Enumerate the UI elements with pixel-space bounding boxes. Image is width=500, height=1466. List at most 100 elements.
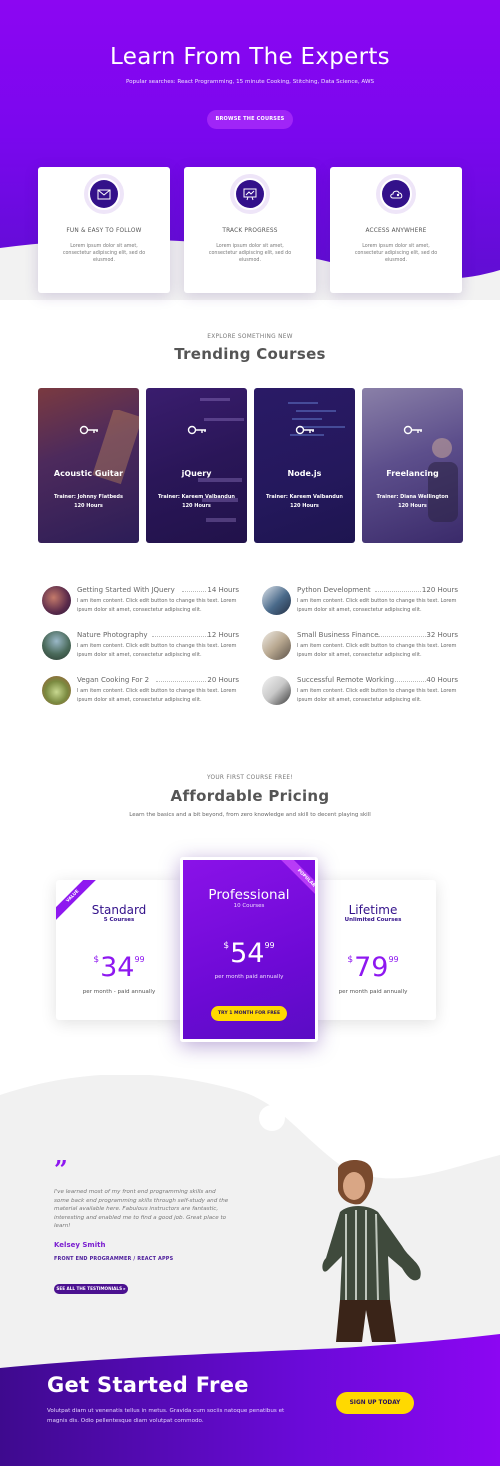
feature-text: Lorem ipsum dolor sit amet, consectetur … [62,244,146,263]
course-name: Node.js [287,469,322,478]
course-trainer: Trainer: Kareem Valbandun [158,494,235,500]
testimonial-person-photo [322,1160,421,1342]
list-item-hours: 32 Hours [426,631,458,639]
plan-price: $7999 [310,952,436,983]
see-testimonials-button[interactable]: SEE ALL THE TESTIMONIALS ▸ [54,1284,128,1294]
key-icon [295,425,314,435]
list-item-desc: I am item content. Click edit button to … [77,598,237,613]
feature-title: FUN & EASY TO FOLLOW [66,228,142,234]
person-photo [428,438,458,522]
pricing-card-standard: VALUE Standard 5 Courses $3499 per month… [56,880,182,1020]
list-item[interactable]: Getting Started With JQuery 14 Hours I a… [42,586,239,620]
list-item[interactable]: Nature Photography 12 Hours I am item co… [42,631,239,665]
feature-card-access: ACCESS ANYWHERE Lorem ipsum dolor sit am… [330,167,462,293]
plan-price: $5499 [183,938,315,969]
cta-text: Volutpat diam ut venenatis tellus in met… [47,1408,285,1424]
plan-name: Lifetime [348,903,398,917]
pricing-card-professional: POPULAR Professional 10 Courses $5499 pe… [180,857,318,1042]
plan-count: 5 Courses [103,917,135,923]
cta-section [0,1330,500,1466]
course-trainer: Trainer: Diana Wellington [376,494,449,500]
feature-icon-ring [230,174,270,214]
try-free-button[interactable]: TRY 1 MONTH FOR FREE [211,1006,287,1021]
sign-up-button[interactable]: SIGN UP TODAY [336,1392,414,1414]
list-item-desc: I am item content. Click edit button to … [77,643,237,658]
trending-eyebrow: EXPLORE SOMETHING NEW [207,334,293,340]
leader-dots [378,636,426,637]
leader-dots [182,591,206,592]
feature-text: Lorem ipsum dolor sit amet, consectetur … [208,244,292,263]
course-name: jQuery [181,469,212,478]
hero-title: Learn From The Experts [110,44,390,70]
list-item[interactable]: Vegan Cooking For 2 20 Hours I am item c… [42,676,239,710]
plan-note: per month paid annually [214,974,284,980]
price-amount: 79 [354,952,389,983]
pricing-card-lifetime: Lifetime Unlimited Courses $7999 per mon… [310,880,436,1020]
list-item[interactable]: Successful Remote Working 40 Hours I am … [262,676,458,710]
guitar-image [92,410,139,485]
list-item-title: Getting Started With JQuery [77,586,175,594]
list-item-hours: 120 Hours [421,586,458,594]
price-currency: $ [223,941,230,951]
key-icon [187,425,206,435]
list-item-desc: I am item content. Click edit button to … [297,688,457,703]
course-hours: 120 Hours [290,503,319,509]
price-currency: $ [347,955,354,965]
key-icon [79,425,98,435]
course-card-nodejs[interactable]: Node.js Trainer: Kareem Valbandun 120 Ho… [254,388,355,543]
browse-courses-button[interactable]: BROWSE THE COURSES [207,110,293,129]
course-name: Acoustic Guitar [53,469,124,478]
feature-icon-ring [376,174,416,214]
plan-count: Unlimited Courses [344,917,402,923]
list-item-hours: 20 Hours [207,676,239,684]
plan-note: per month paid annually [338,989,408,995]
feature-card-progress: TRACK PROGRESS Lorem ipsum dolor sit ame… [184,167,316,293]
course-card-guitar[interactable]: Acoustic Guitar Trainer: Johnny Flatbeds… [38,388,139,543]
feature-icon-ring [84,174,124,214]
plan-price: $3499 [56,952,182,983]
list-item[interactable]: Python Development 120 Hours I am item c… [262,586,458,620]
list-item-title: Vegan Cooking For 2 [77,676,150,684]
list-item[interactable]: Small Business Finance 32 Hours I am ite… [262,631,458,665]
leader-dots [152,636,210,637]
list-item-title: Python Development [297,586,371,594]
price-currency: $ [93,955,100,965]
price-amount: 54 [230,938,265,969]
price-amount: 34 [100,952,135,983]
pricing-subtitle: Learn the basics and a bit beyond, from … [129,812,371,818]
code-screen-image [288,402,345,436]
list-item-desc: I am item content. Click edit button to … [297,598,457,613]
feature-title: TRACK PROGRESS [222,228,278,234]
feature-text: Lorem ipsum dolor sit amet, consectetur … [354,244,438,263]
leader-dots [375,591,421,592]
course-card-freelancing[interactable]: Freelancing Trainer: Diana Wellington 12… [362,388,463,543]
price-cents: 99 [264,941,275,950]
cta-title: Get Started Free [47,1373,249,1397]
key-icon [403,425,422,435]
list-item-hours: 40 Hours [426,676,458,684]
price-cents: 99 [388,955,399,964]
course-hours: 120 Hours [74,503,103,509]
list-item-title: Nature Photography [77,631,148,639]
list-item-hours: 14 Hours [207,586,239,594]
list-item-desc: I am item content. Click edit button to … [77,688,237,703]
cta-background [0,1334,500,1466]
testimonial-quote: I've learned most of my front end progra… [54,1189,229,1229]
leader-dots [156,681,206,682]
course-name: Freelancing [386,469,439,478]
testimonial-role: FRONT END PROGRAMMER / REACT APPS [54,1256,174,1262]
course-card-jquery[interactable]: jQuery Trainer: Kareem Valbandun 120 Hou… [146,388,247,543]
trending-title: Trending Courses [174,345,326,363]
plan-name: Standard [91,903,147,917]
list-item-title: Successful Remote Working [297,676,395,684]
price-cents: 99 [134,955,145,964]
feature-title: ACCESS ANYWHERE [365,228,427,234]
course-hours: 120 Hours [398,503,427,509]
avatar [262,631,291,660]
hero-subtitle: Popular searches: React Programming, 15 … [125,79,375,85]
list-item-title: Small Business Finance [297,631,379,639]
feature-card-fun: FUN & EASY TO FOLLOW Lorem ipsum dolor s… [38,167,170,293]
cloud-icon [382,180,410,208]
testimonial-name: Kelsey Smith [54,1241,106,1249]
pricing-eyebrow: YOUR FIRST COURSE FREE! [206,775,293,781]
